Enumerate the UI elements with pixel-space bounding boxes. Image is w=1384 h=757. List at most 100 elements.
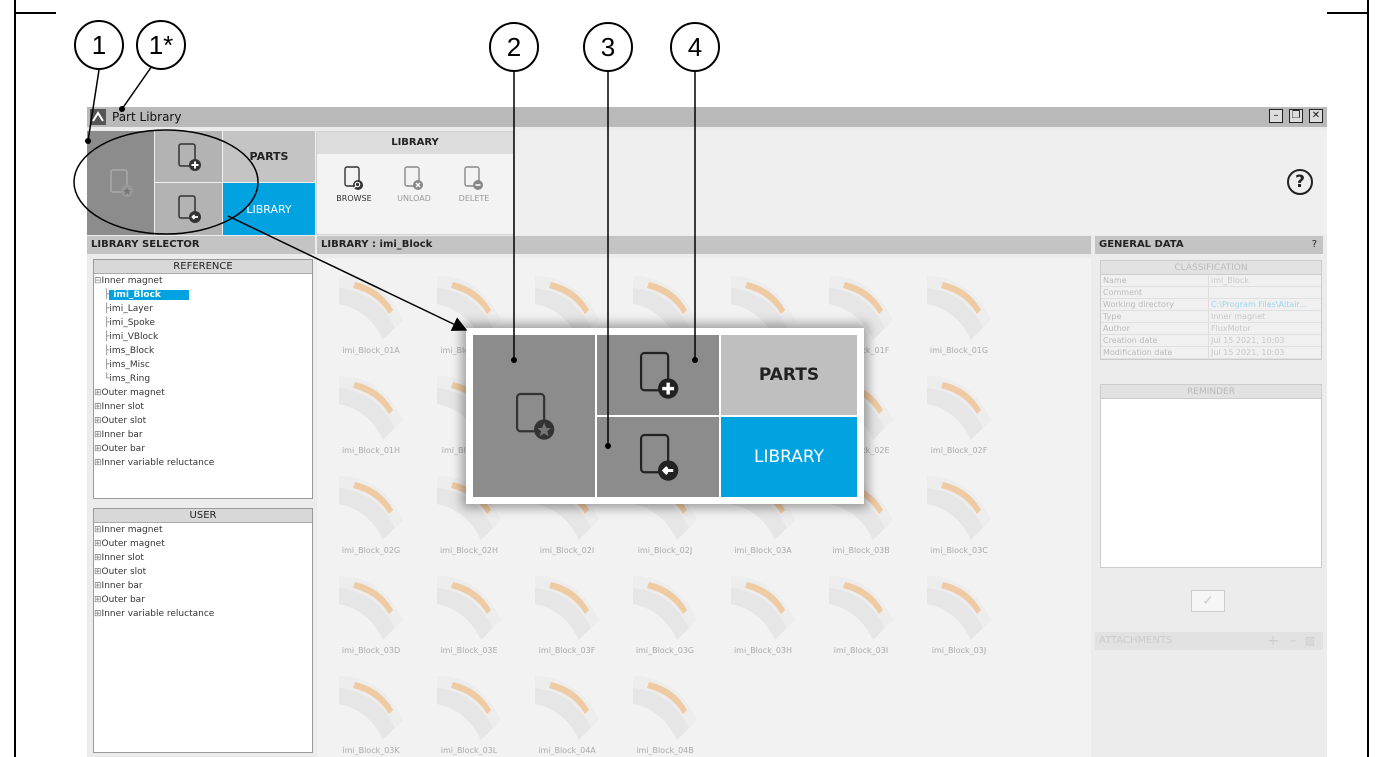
tree-expand-icon[interactable]: ⊞ bbox=[94, 539, 102, 549]
part-thumbnail[interactable]: imi_Block_03G bbox=[617, 562, 713, 662]
part-thumbnail[interactable]: imi_Block_03L bbox=[421, 662, 517, 757]
library-tab[interactable]: LIBRARY bbox=[223, 183, 315, 235]
part-thumbnail-label: imi_Block_02I bbox=[539, 546, 595, 555]
part-thumbnail[interactable]: imi_Block_03C bbox=[911, 462, 1007, 562]
tree-expand-icon[interactable]: ⊞ bbox=[94, 388, 102, 398]
reference-tree-item[interactable]: ├ imi_Block bbox=[94, 288, 312, 302]
unload-button[interactable]: UNLOAD bbox=[389, 166, 439, 203]
part-thumbnail[interactable]: imi_Block_04A bbox=[519, 662, 615, 757]
tree-expand-icon[interactable]: ⊞ bbox=[94, 553, 102, 563]
part-thumbnail[interactable]: imi_Block_01A bbox=[323, 262, 419, 362]
user-tree-item[interactable]: ⊞Inner variable reluctance bbox=[94, 607, 312, 621]
reference-tree-item[interactable]: └ims_Ring bbox=[94, 372, 312, 386]
part-thumbnail-label: imi_Block_03K bbox=[342, 746, 400, 755]
classification-row: Type Inner magnet bbox=[1101, 311, 1321, 323]
part-thumbnail[interactable]: imi_Block_01G bbox=[911, 262, 1007, 362]
reference-tree-item[interactable]: ├ims_Misc bbox=[94, 358, 312, 372]
user-tree-item[interactable]: ⊞Outer magnet bbox=[94, 537, 312, 551]
close-icon[interactable]: ✕ bbox=[1309, 109, 1323, 123]
library-ribbon-group: LIBRARY BROWSE UNLOAD DELETE bbox=[316, 131, 514, 235]
trash-icon[interactable]: ▧ bbox=[1305, 632, 1315, 650]
parts-tab[interactable]: PARTS bbox=[223, 131, 315, 182]
delete-button[interactable]: DELETE bbox=[449, 166, 499, 203]
part-thumbnail[interactable]: imi_Block_03H bbox=[715, 562, 811, 662]
tree-expand-icon[interactable]: ⊞ bbox=[94, 416, 102, 426]
reference-tree-item[interactable]: ├imi_VBlock bbox=[94, 330, 312, 344]
tree-expand-icon[interactable]: ⊞ bbox=[94, 525, 102, 535]
minimize-icon[interactable]: – bbox=[1269, 109, 1283, 123]
parts-tab-label: PARTS bbox=[249, 150, 289, 163]
reference-tree-item[interactable]: ⊞Inner bar bbox=[94, 428, 312, 442]
callout-3: 3 bbox=[583, 22, 633, 72]
window-title: Part Library bbox=[112, 110, 182, 124]
reference-tree-item[interactable]: ├ims_Block bbox=[94, 344, 312, 358]
magnet-block-icon bbox=[339, 276, 403, 340]
library-add-icon bbox=[177, 142, 201, 171]
remove-attachment-icon[interactable]: – bbox=[1290, 632, 1297, 650]
tree-expand-icon[interactable]: ⊞ bbox=[94, 567, 102, 577]
part-thumbnail[interactable]: imi_Block_01H bbox=[323, 362, 419, 462]
home-tile[interactable] bbox=[87, 131, 154, 235]
tree-expand-icon[interactable]: ⊞ bbox=[94, 430, 102, 440]
magnet-block-icon bbox=[731, 576, 795, 640]
part-thumbnail-label: imi_Block_03B bbox=[832, 546, 890, 555]
reference-tree-item[interactable]: ├imi_Layer bbox=[94, 302, 312, 316]
part-thumbnail-label: imi_Block_01G bbox=[929, 346, 989, 355]
part-thumbnail[interactable]: imi_Block_02F bbox=[911, 362, 1007, 462]
magnet-block-icon bbox=[927, 276, 991, 340]
classification-key: Comment bbox=[1101, 287, 1209, 298]
reference-tree-item[interactable]: ├imi_Spoke bbox=[94, 316, 312, 330]
tree-expand-icon[interactable]: ⊞ bbox=[94, 595, 102, 605]
unload-icon bbox=[404, 166, 423, 190]
part-thumbnail[interactable]: imi_Block_03J bbox=[911, 562, 1007, 662]
unload-label: UNLOAD bbox=[397, 194, 431, 203]
attachments-header: ATTACHMENTS + – ▧ bbox=[1095, 632, 1323, 650]
parts-add-tile[interactable] bbox=[155, 131, 222, 182]
tree-item-label: Outer magnet bbox=[101, 539, 165, 549]
add-attachment-icon[interactable]: + bbox=[1267, 632, 1279, 650]
browse-button[interactable]: BROWSE bbox=[329, 166, 379, 203]
part-thumbnail[interactable]: imi_Block_02G bbox=[323, 462, 419, 562]
part-thumbnail[interactable]: imi_Block_03F bbox=[519, 562, 615, 662]
part-thumbnail[interactable]: imi_Block_03E bbox=[421, 562, 517, 662]
reference-tree-title: REFERENCE bbox=[94, 260, 312, 274]
validate-check-button[interactable]: ✓ bbox=[1191, 590, 1225, 612]
restore-icon[interactable]: ❐ bbox=[1289, 109, 1303, 123]
reference-tree-item[interactable]: ⊞Outer bar bbox=[94, 442, 312, 456]
user-tree-item[interactable]: ⊞Inner slot bbox=[94, 551, 312, 565]
reference-tree-item[interactable]: ⊞Inner variable reluctance bbox=[94, 456, 312, 470]
tree-expand-icon[interactable]: ⊞ bbox=[94, 458, 102, 468]
tree-expand-icon[interactable]: ⊞ bbox=[94, 444, 102, 454]
zoom-library-add-icon bbox=[639, 351, 679, 399]
part-thumbnail[interactable]: imi_Block_04B bbox=[617, 662, 713, 757]
general-data-help-icon[interactable]: ? bbox=[1312, 236, 1317, 254]
tree-expand-icon[interactable]: ⊞ bbox=[94, 609, 102, 619]
classification-value: Inner magnet bbox=[1211, 312, 1266, 321]
classification-value: imi_Block bbox=[1211, 276, 1249, 285]
part-thumbnail-label: imi_Block_03G bbox=[635, 646, 695, 655]
user-tree-item[interactable]: ⊞Inner bar bbox=[94, 579, 312, 593]
tree-collapse-icon[interactable]: ⊟ bbox=[94, 276, 102, 286]
part-thumbnail[interactable]: imi_Block_03D bbox=[323, 562, 419, 662]
user-tree-item[interactable]: ⊞Outer bar bbox=[94, 593, 312, 607]
part-thumbnail-label: imi_Block_02F bbox=[930, 446, 988, 455]
classification-value[interactable]: C:\Program Files\Altair... bbox=[1209, 299, 1307, 310]
reference-tree-item[interactable]: ⊞Outer magnet bbox=[94, 386, 312, 400]
zoom-library-load-tile bbox=[596, 416, 720, 498]
reference-tree-item[interactable]: ⊟Inner magnet bbox=[94, 274, 312, 288]
part-thumbnail[interactable]: imi_Block_03I bbox=[813, 562, 909, 662]
reference-tree-item[interactable]: ⊞Outer slot bbox=[94, 414, 312, 428]
reference-tree-item[interactable]: ⊞Inner slot bbox=[94, 400, 312, 414]
tree-item-label: imi_Layer bbox=[109, 304, 153, 314]
tree-expand-icon[interactable]: ⊞ bbox=[94, 402, 102, 412]
user-tree-item[interactable]: ⊞Outer slot bbox=[94, 565, 312, 579]
classification-value: Jul 15 2021, 10:03 bbox=[1211, 336, 1285, 345]
help-icon[interactable]: ? bbox=[1287, 169, 1313, 195]
tree-expand-icon[interactable]: ⊞ bbox=[94, 581, 102, 591]
part-thumbnail-label: imi_Block_04A bbox=[538, 746, 596, 755]
part-thumbnail-label: imi_Block_03J bbox=[931, 646, 987, 655]
tree-item-label: Inner bar bbox=[101, 430, 143, 440]
user-tree-item[interactable]: ⊞Inner magnet bbox=[94, 523, 312, 537]
part-thumbnail[interactable]: imi_Block_03K bbox=[323, 662, 419, 757]
library-load-tile[interactable] bbox=[155, 183, 222, 235]
